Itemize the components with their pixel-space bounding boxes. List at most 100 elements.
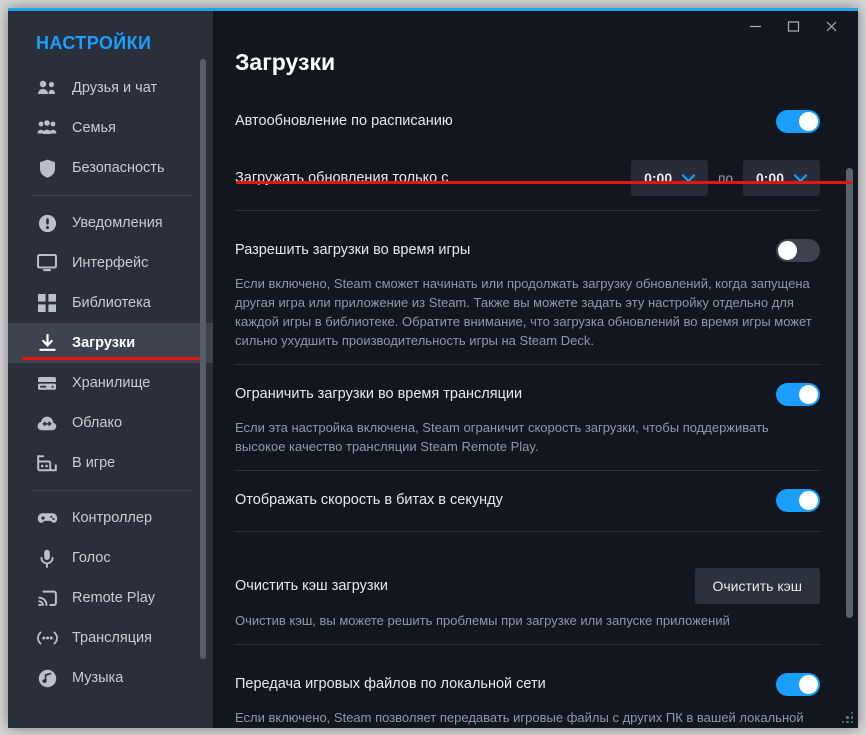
- download-window-to-dropdown[interactable]: 0:00: [742, 160, 820, 196]
- sidebar-item-label: Remote Play: [72, 590, 156, 606]
- sidebar-item-family[interactable]: Семья: [8, 108, 213, 148]
- setting-description: Очистив кэш, вы можете решить проблемы п…: [235, 613, 730, 628]
- minimize-icon[interactable]: [738, 13, 772, 39]
- setting-description: Если эта настройка включена, Steam огран…: [235, 420, 769, 454]
- setting-label: Отображать скорость в битах в секунду: [235, 492, 503, 508]
- setting-row: Разрешить загрузки во время игры: [235, 233, 820, 267]
- auto-update-schedule-toggle[interactable]: [776, 109, 820, 133]
- sidebar-item-broadcast[interactable]: Трансляция: [8, 618, 213, 658]
- microphone-icon: [36, 548, 58, 568]
- lan-transfer-toggle[interactable]: [776, 672, 820, 696]
- setting-row: Ограничить загрузки во время трансляции: [235, 377, 820, 411]
- chevron-down-icon: [682, 173, 696, 183]
- sidebar-separator: [32, 490, 193, 491]
- sidebar-item-label: Библиотека: [72, 295, 151, 311]
- sidebar-item-remote-play[interactable]: Remote Play: [8, 578, 213, 618]
- throttle-during-streaming-toggle[interactable]: [776, 382, 820, 406]
- sidebar-item-notifications[interactable]: Уведомления: [8, 203, 213, 243]
- chevron-down-icon: [794, 173, 807, 183]
- setting-throttle-during-streaming: Ограничить загрузки во время трансляции …: [235, 377, 820, 456]
- sidebar-item-controller[interactable]: Контроллер: [8, 498, 213, 538]
- sidebar-item-downloads[interactable]: Загрузки: [8, 323, 213, 363]
- shield-icon: [36, 158, 58, 178]
- sidebar-item-friends[interactable]: Друзья и чат: [8, 68, 213, 108]
- drive-icon: [36, 373, 58, 393]
- family-icon: [36, 118, 58, 138]
- settings-sidebar: НАСТРОЙКИ Друзья и чат Семья Безопасност…: [8, 11, 213, 728]
- broadcast-icon: [36, 628, 58, 648]
- setting-description: Если включено, Steam сможет начинать или…: [235, 276, 812, 348]
- setting-label: Передача игровых файлов по локальной сет…: [235, 676, 546, 692]
- sidebar-item-library[interactable]: Библиотека: [8, 283, 213, 323]
- main-content: Загрузки Автообновление по расписанию За…: [213, 11, 858, 728]
- window-body: НАСТРОЙКИ Друзья и чат Семья Безопасност…: [8, 11, 858, 728]
- sidebar-scrollbar[interactable]: [200, 59, 206, 659]
- gamepad-icon: [36, 508, 58, 528]
- setting-allow-downloads-during-gameplay: Разрешить загрузки во время игры Если вк…: [235, 233, 820, 350]
- sidebar-item-label: Безопасность: [72, 160, 165, 176]
- dropdown-value: 0:00: [755, 170, 784, 186]
- sidebar-item-label: Семья: [72, 120, 116, 136]
- settings-list: Автообновление по расписанию Загружать о…: [213, 76, 858, 728]
- sidebar-item-security[interactable]: Безопасность: [8, 148, 213, 188]
- sidebar-item-label: Облако: [72, 415, 123, 431]
- setting-auto-update-schedule: Автообновление по расписанию: [235, 104, 820, 138]
- setting-label: Автообновление по расписанию: [235, 113, 453, 129]
- sidebar-item-label: Уведомления: [72, 215, 163, 231]
- cloud-icon: [36, 413, 58, 433]
- resize-grip[interactable]: [840, 710, 853, 723]
- close-icon[interactable]: [814, 13, 848, 39]
- sidebar-inner: НАСТРОЙКИ Друзья и чат Семья Безопасност…: [8, 11, 213, 698]
- sidebar-item-cloud[interactable]: Облако: [8, 403, 213, 443]
- sidebar-item-label: Загрузки: [72, 335, 136, 351]
- sidebar-item-interface[interactable]: Интерфейс: [8, 243, 213, 283]
- page-title: Загрузки: [235, 49, 336, 75]
- setting-label: Загружать обновления только с: [235, 170, 449, 186]
- sidebar-separator: [32, 195, 193, 196]
- download-window-controls: 0:00 по 0:00: [631, 160, 820, 196]
- sidebar-item-label: Друзья и чат: [72, 80, 158, 96]
- toggle-knob: [799, 384, 818, 404]
- monitor-icon: [36, 253, 58, 273]
- sidebar-item-label: Интерфейс: [72, 255, 149, 271]
- setting-row: Очистить кэш загрузки Очистить кэш: [235, 568, 820, 604]
- clear-cache-button[interactable]: Очистить кэш: [694, 568, 820, 604]
- sidebar-item-label: Контроллер: [72, 510, 153, 526]
- setting-label: Ограничить загрузки во время трансляции: [235, 386, 523, 402]
- toggle-knob: [799, 111, 818, 131]
- main-scrollbar[interactable]: [846, 168, 853, 618]
- sidebar-item-label: Хранилище: [72, 375, 151, 391]
- sidebar-item-voice[interactable]: Голос: [8, 538, 213, 578]
- setting-lan-transfer: Передача игровых файлов по локальной сет…: [235, 667, 820, 728]
- dropdown-value: 0:00: [644, 170, 673, 186]
- music-icon: [36, 668, 58, 688]
- sidebar-item-storage[interactable]: Хранилище: [8, 363, 213, 403]
- between-label: по: [718, 170, 733, 186]
- sidebar-item-in-game[interactable]: В игре: [8, 443, 213, 483]
- download-window-from-dropdown[interactable]: 0:00: [631, 160, 709, 196]
- friends-icon: [36, 78, 58, 98]
- sidebar-item-label: Голос: [72, 550, 111, 566]
- display-rate-in-bits-toggle[interactable]: [776, 488, 820, 512]
- setting-label: Очистить кэш загрузки: [235, 578, 388, 594]
- window-titlebar: [213, 11, 858, 41]
- toggle-knob: [799, 490, 818, 510]
- sidebar-item-music[interactable]: Музыка: [8, 658, 213, 698]
- maximize-icon[interactable]: [776, 13, 810, 39]
- sidebar-item-label: В игре: [72, 455, 116, 471]
- sidebar-title: НАСТРОЙКИ: [36, 33, 152, 53]
- setting-row: Передача игровых файлов по локальной сет…: [235, 667, 820, 701]
- toggle-knob: [778, 240, 797, 260]
- setting-clear-download-cache: Очистить кэш загрузки Очистить кэш Очист…: [235, 568, 820, 630]
- sidebar-item-label: Трансляция: [72, 630, 152, 646]
- allow-downloads-during-gameplay-toggle[interactable]: [776, 238, 820, 262]
- steam-settings-window: НАСТРОЙКИ Друзья и чат Семья Безопасност…: [8, 8, 858, 728]
- setting-display-rate-in-bits: Отображать скорость в битах в секунду: [235, 483, 820, 517]
- sidebar-item-label: Музыка: [72, 670, 124, 686]
